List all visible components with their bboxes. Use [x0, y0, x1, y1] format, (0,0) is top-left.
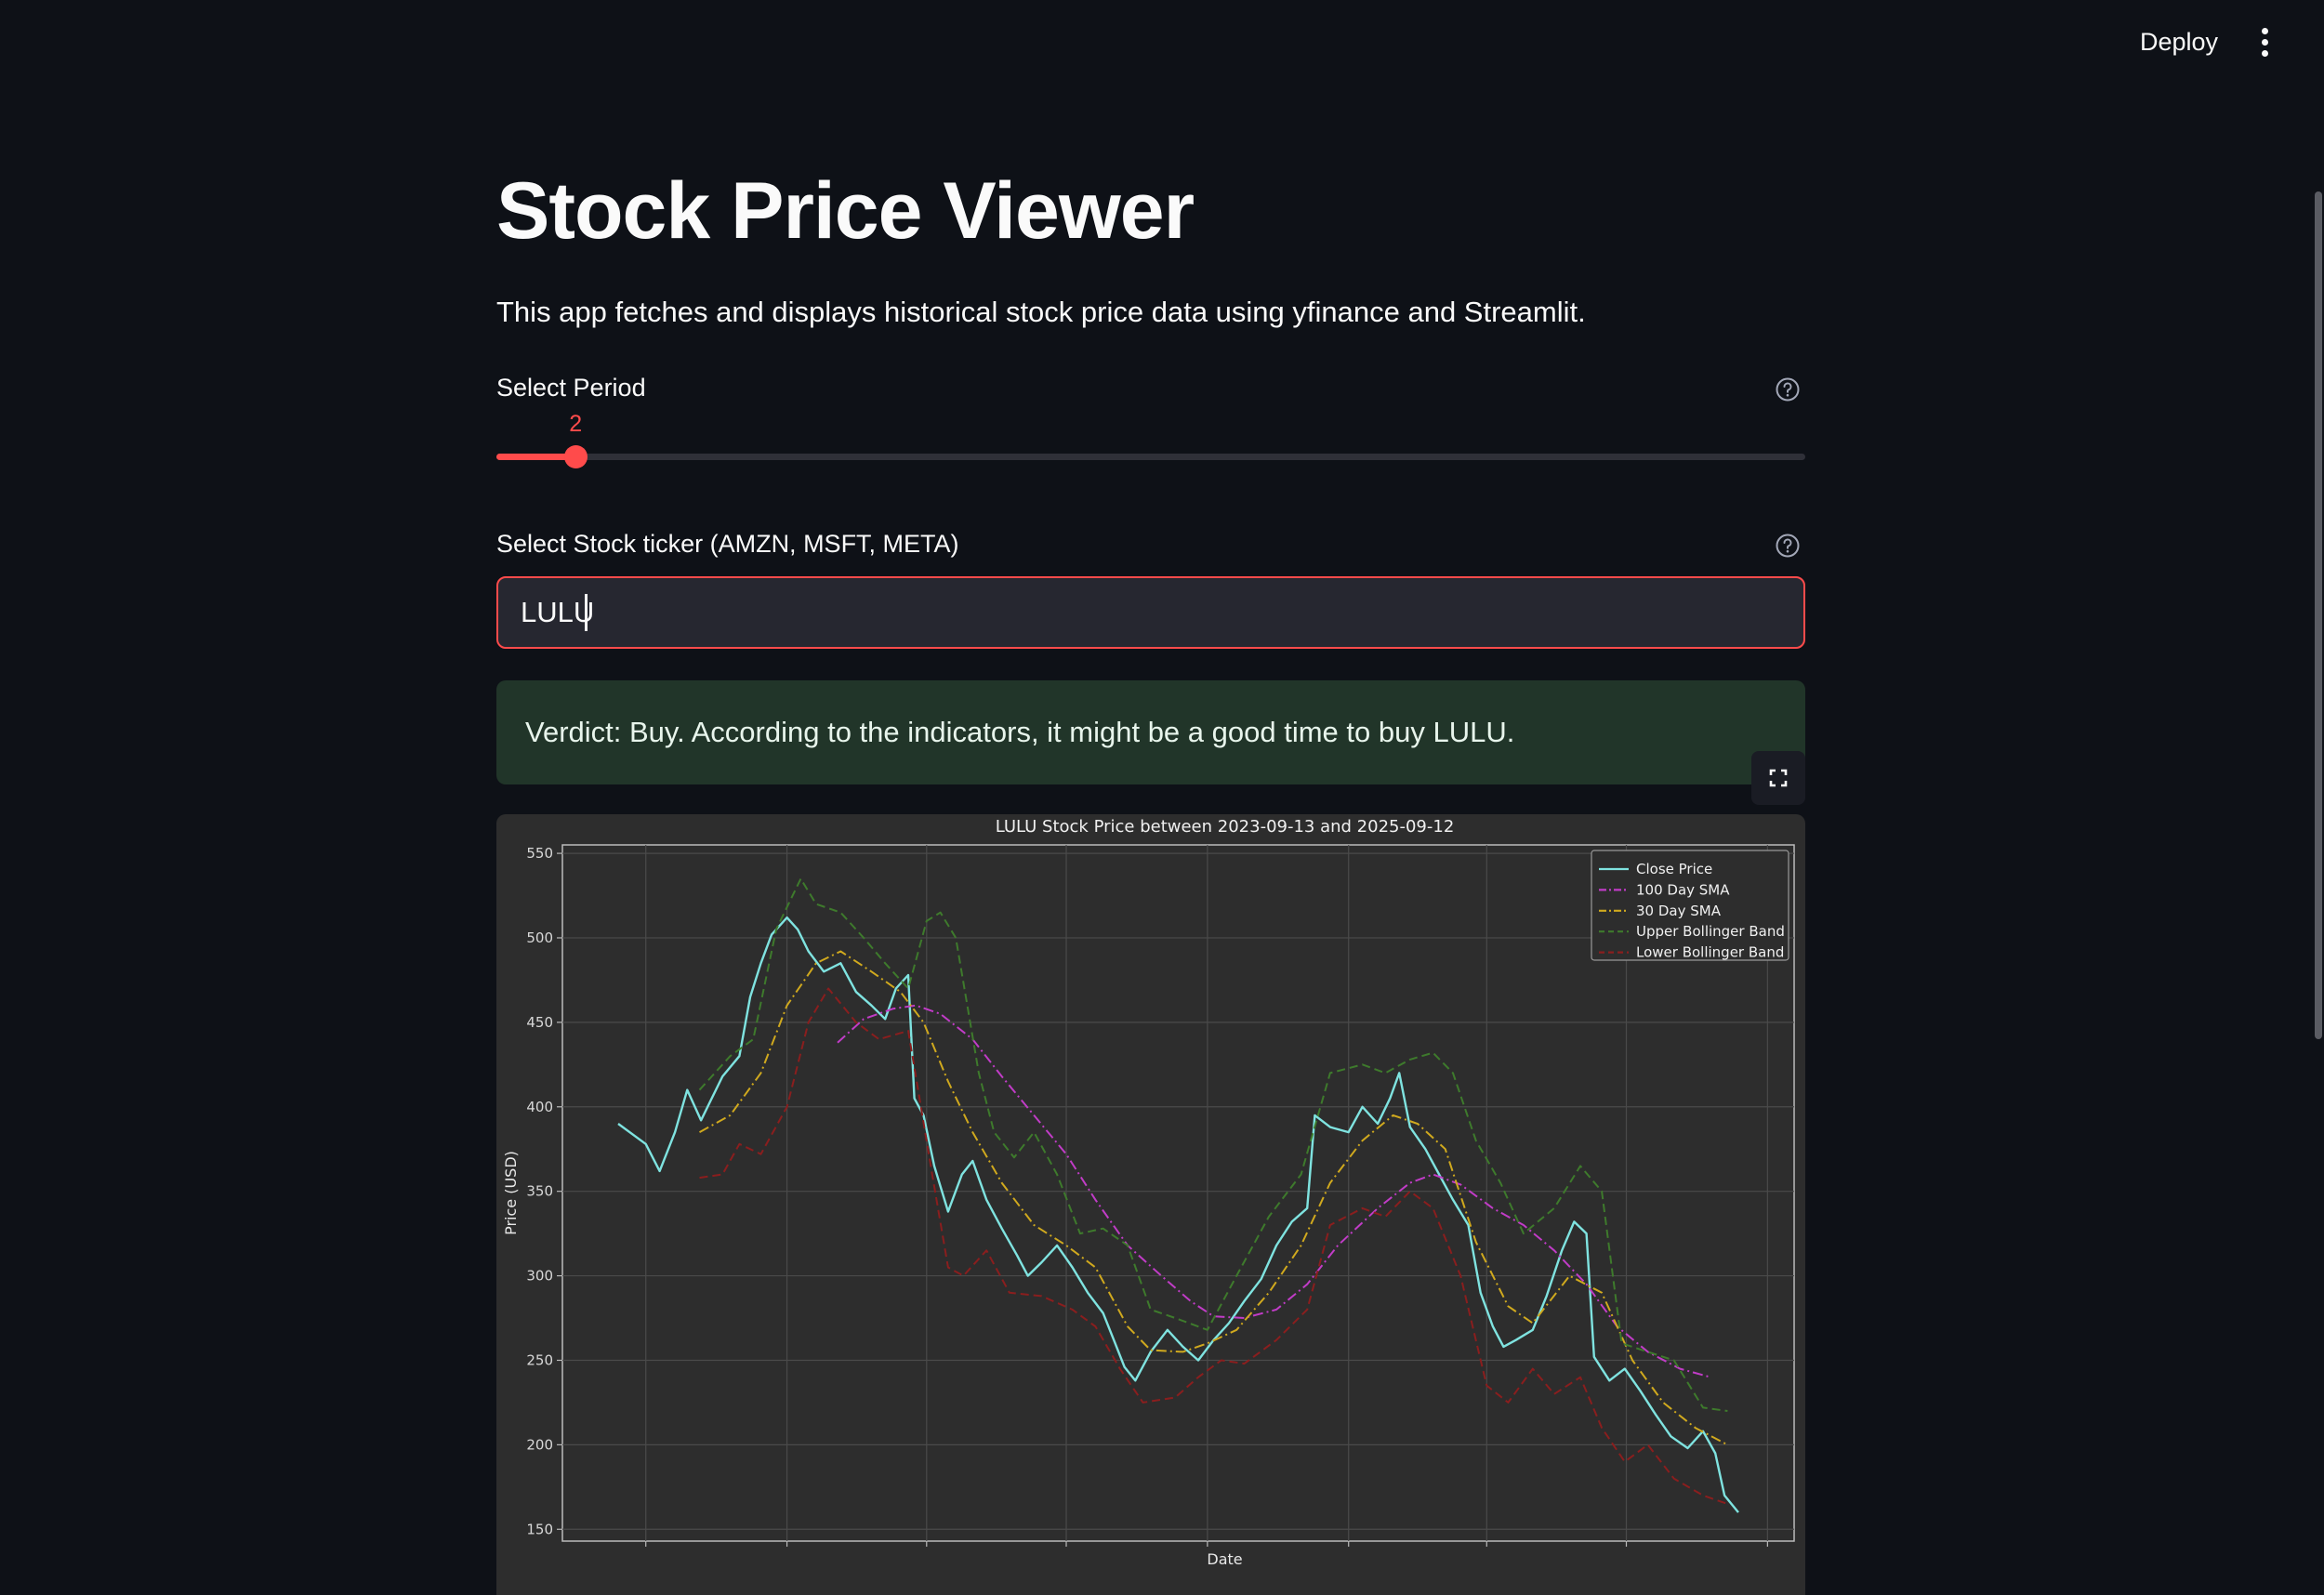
deploy-button[interactable]: Deploy	[2129, 22, 2229, 61]
period-slider[interactable]	[496, 439, 1805, 476]
y-tick-label: 200	[526, 1436, 553, 1453]
y-tick-label: 550	[526, 845, 553, 862]
page-description: This app fetches and displays historical…	[496, 296, 1586, 328]
question-circle-icon[interactable]	[1776, 377, 1800, 402]
y-tick-label: 350	[526, 1183, 553, 1200]
top-bar: Deploy	[0, 0, 2324, 84]
text-cursor	[585, 594, 588, 631]
scrollbar[interactable]	[2313, 93, 2324, 1595]
scrollbar-thumb[interactable]	[2315, 191, 2322, 1039]
y-tick-label: 450	[526, 1014, 553, 1031]
y-tick-label: 250	[526, 1351, 553, 1368]
y-tick-label: 500	[526, 929, 553, 946]
stock-price-chart: 150 200 250 300 350 400 450 500 550 LULU Stock Pr…	[502, 817, 1795, 1568]
y-axis-label: Price (USD)	[502, 1151, 520, 1235]
legend-label: Close Price	[1636, 861, 1712, 877]
page-title: Stock Price Viewer	[496, 166, 1195, 256]
verdict-alert: Verdict: Buy. According to the indicator…	[496, 680, 1805, 784]
ticker-input[interactable]	[496, 576, 1805, 649]
legend-label: Upper Bollinger Band	[1636, 923, 1785, 940]
y-tick-label: 300	[526, 1268, 553, 1285]
chart-container: 150 200 250 300 350 400 450 500 550 LULU Stock Pr…	[496, 814, 1805, 1595]
question-circle-icon[interactable]	[1776, 534, 1800, 558]
slider-value: 2	[569, 411, 583, 437]
ticker-label: Select Stock ticker (AMZN, MSFT, META)	[496, 530, 959, 558]
kebab-menu-icon[interactable]	[2253, 24, 2276, 61]
x-axis-label: Date	[1207, 1550, 1242, 1568]
period-label: Select Period	[496, 374, 646, 402]
legend-label: Lower Bollinger Band	[1636, 944, 1784, 961]
slider-track[interactable]	[496, 454, 1805, 460]
fullscreen-icon[interactable]	[1751, 751, 1805, 805]
chart-title: LULU Stock Price between 2023-09-13 and …	[996, 817, 1455, 837]
legend-label: 100 Day SMA	[1636, 881, 1730, 898]
y-tick-label: 150	[526, 1521, 553, 1537]
legend-label: 30 Day SMA	[1636, 903, 1722, 919]
y-tick-label: 400	[526, 1099, 553, 1115]
slider-thumb[interactable]	[564, 445, 588, 468]
